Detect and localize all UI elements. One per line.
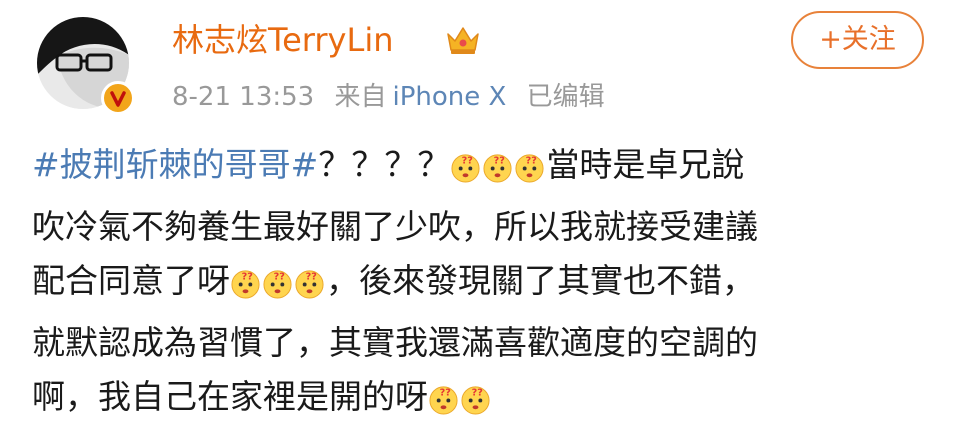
confused-emoji-icon: ?? <box>460 377 491 432</box>
post-meta: 8-21 13:53 来自 iPhone X 已编辑 <box>172 78 605 116</box>
content-text: 啊，我自己在家裡是開的呀 <box>32 377 428 416</box>
content-text: ，後來發現關了其實也不錯， <box>326 261 755 300</box>
source-prefix: 来自 <box>334 82 387 112</box>
svg-text:??: ?? <box>526 156 537 167</box>
svg-text:??: ?? <box>462 156 473 167</box>
svg-text:??: ?? <box>306 272 317 283</box>
svg-text:??: ?? <box>440 388 451 399</box>
content-text: ？？？？ <box>318 145 451 184</box>
confused-emoji-icon: ?? <box>428 377 459 432</box>
svg-text:??: ?? <box>274 272 285 283</box>
svg-text:??: ?? <box>242 272 253 283</box>
post-source[interactable]: iPhone X <box>392 82 506 112</box>
username[interactable]: 林志炫TerryLin <box>172 18 394 62</box>
post-content: #披荆斩棘的哥哥#？？？？ ?? ?? ?? 當時是卓兄說 吹冷氣不夠養生最好關… <box>32 138 932 432</box>
svg-text:??: ?? <box>494 156 505 167</box>
follow-button[interactable]: +关注 <box>791 11 924 69</box>
crown-icon[interactable] <box>445 24 481 56</box>
confused-emoji-icon: ?? <box>230 261 261 316</box>
confused-emoji-icon: ?? <box>514 145 545 200</box>
confused-emoji-icon: ?? <box>482 145 513 200</box>
confused-emoji-icon: ?? <box>450 145 481 200</box>
confused-emoji-icon: ?? <box>262 261 293 316</box>
content-text: 就默認成為習慣了，其實我還滿喜歡適度的空調的 <box>32 322 758 362</box>
confused-emoji-icon: ?? <box>294 261 325 316</box>
post-date: 8-21 13:53 <box>172 82 315 112</box>
edited-label[interactable]: 已编辑 <box>527 82 605 112</box>
topic-link[interactable]: #披荆斩棘的哥哥# <box>32 145 318 184</box>
v-badge-icon <box>101 81 135 115</box>
content-text: 吹冷氣不夠養生最好關了少吹，所以我就接受建議 <box>32 206 758 246</box>
content-text: 配合同意了呀 <box>32 261 230 300</box>
svg-text:??: ?? <box>472 388 483 399</box>
content-text: 當時是卓兄說 <box>546 145 745 184</box>
